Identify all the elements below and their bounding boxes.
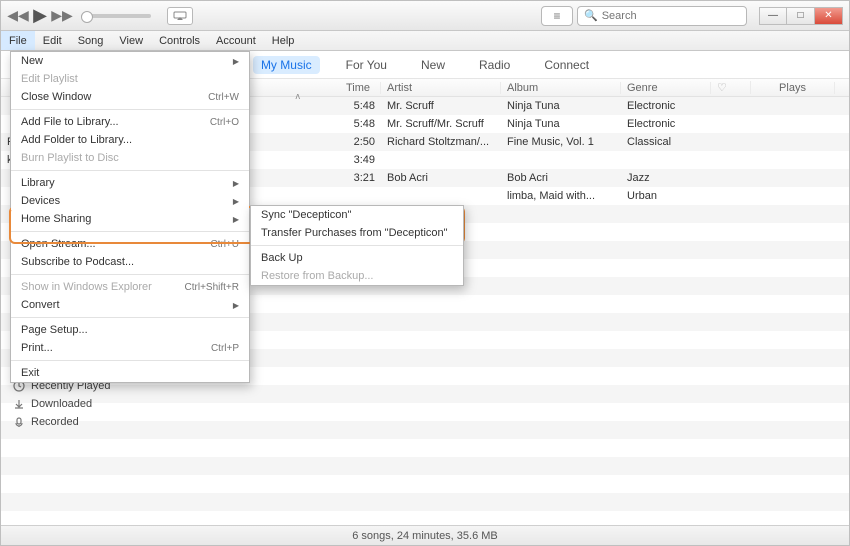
cell-genre: Urban xyxy=(621,190,711,202)
sort-caret-icon: ᴧ xyxy=(296,91,301,101)
cell-album: Ninja Tuna xyxy=(501,118,621,130)
download-icon xyxy=(13,398,25,410)
devices-backup[interactable]: Back Up xyxy=(251,249,463,267)
window-maximize-button[interactable]: □ xyxy=(787,7,815,25)
cell-album: Fine Music, Vol. 1 xyxy=(501,136,621,148)
col-plays[interactable]: Plays xyxy=(751,82,835,94)
volume-slider[interactable] xyxy=(81,14,151,18)
search-field[interactable]: 🔍 xyxy=(577,6,747,26)
next-track-button[interactable]: ▶▶ xyxy=(51,5,73,27)
file-convert[interactable]: Convert xyxy=(11,296,249,314)
airplay-icon xyxy=(173,11,187,21)
tab-radio[interactable]: Radio xyxy=(471,56,518,74)
devices-submenu: Sync "Decepticon" Transfer Purchases fro… xyxy=(250,205,464,286)
search-input[interactable] xyxy=(602,10,740,22)
cell-time: 3:49 xyxy=(321,154,381,166)
cell-album: Bob Acri xyxy=(501,172,621,184)
search-icon: 🔍 xyxy=(584,9,598,22)
col-genre[interactable]: Genre xyxy=(621,82,711,94)
cell-genre: Classical xyxy=(621,136,711,148)
file-dropdown-menu: New Edit Playlist Close WindowCtrl+W Add… xyxy=(10,51,250,383)
cell-genre: Electronic xyxy=(621,100,711,112)
file-devices[interactable]: Devices xyxy=(11,192,249,210)
col-album[interactable]: Album xyxy=(501,82,621,94)
cell-time: 5:48 xyxy=(321,100,381,112)
menu-bar: File Edit Song View Controls Account Hel… xyxy=(1,31,849,51)
heart-icon: ♡ xyxy=(717,82,727,94)
file-open-stream[interactable]: Open Stream...Ctrl+U xyxy=(11,235,249,253)
file-new[interactable]: New xyxy=(11,52,249,70)
menu-help[interactable]: Help xyxy=(264,31,303,50)
cell-artist: Mr. Scruff xyxy=(381,100,501,112)
cell-artist: Bob Acri xyxy=(381,172,501,184)
sidebar-item-recorded[interactable]: Recorded xyxy=(13,413,111,431)
window-close-button[interactable]: ✕ xyxy=(815,7,843,25)
cell-time: 3:21 xyxy=(321,172,381,184)
file-home-sharing[interactable]: Home Sharing xyxy=(11,210,249,228)
cell-artist: Mr. Scruff/Mr. Scruff xyxy=(381,118,501,130)
tab-connect[interactable]: Connect xyxy=(536,56,597,74)
status-text: 6 songs, 24 minutes, 35.6 MB xyxy=(352,530,498,542)
menu-edit[interactable]: Edit xyxy=(35,31,70,50)
sidebar-partial: Recently Played Downloaded Recorded xyxy=(13,377,111,431)
file-subscribe-podcast[interactable]: Subscribe to Podcast... xyxy=(11,253,249,271)
file-burn-playlist: Burn Playlist to Disc xyxy=(11,149,249,167)
tab-new[interactable]: New xyxy=(413,56,453,74)
menu-file[interactable]: File xyxy=(1,31,35,50)
col-artist[interactable]: Artist xyxy=(381,82,501,94)
col-love[interactable]: ♡ xyxy=(711,81,751,94)
devices-restore-backup: Restore from Backup... xyxy=(251,267,463,285)
sidebar-item-downloaded[interactable]: Downloaded xyxy=(13,395,111,413)
file-exit[interactable]: Exit xyxy=(11,364,249,382)
col-time[interactable]: Time xyxy=(321,82,381,94)
cell-genre: Electronic xyxy=(621,118,711,130)
airplay-button[interactable] xyxy=(167,7,193,25)
file-close-window[interactable]: Close WindowCtrl+W xyxy=(11,88,249,106)
status-bar: 6 songs, 24 minutes, 35.6 MB xyxy=(1,525,849,545)
devices-transfer-purchases[interactable]: Transfer Purchases from "Decepticon" xyxy=(251,224,463,242)
menu-controls[interactable]: Controls xyxy=(151,31,208,50)
devices-sync[interactable]: Sync "Decepticon" xyxy=(251,206,463,224)
cell-album: limba, Maid with... xyxy=(501,190,621,202)
file-page-setup[interactable]: Page Setup... xyxy=(11,321,249,339)
playback-bar: ◀◀ ▶ ▶▶ ≡ 🔍 — □ ✕ xyxy=(1,1,849,31)
tab-for-you[interactable]: For You xyxy=(338,56,395,74)
menu-song[interactable]: Song xyxy=(70,31,112,50)
menu-view[interactable]: View xyxy=(111,31,151,50)
itunes-window: ◀◀ ▶ ▶▶ ≡ 🔍 — □ ✕ File Edit Song View Co… xyxy=(0,0,850,546)
menu-account[interactable]: Account xyxy=(208,31,264,50)
window-minimize-button[interactable]: — xyxy=(759,7,787,25)
cell-artist: Richard Stoltzman/... xyxy=(381,136,501,148)
file-edit-playlist: Edit Playlist xyxy=(11,70,249,88)
file-print[interactable]: Print...Ctrl+P xyxy=(11,339,249,357)
cell-time: 5:48 xyxy=(321,118,381,130)
file-show-explorer: Show in Windows ExplorerCtrl+Shift+R xyxy=(11,278,249,296)
cell-album: Ninja Tuna xyxy=(501,100,621,112)
list-view-button[interactable]: ≡ xyxy=(541,6,573,26)
tab-my-music[interactable]: My Music xyxy=(253,56,320,74)
file-add-file[interactable]: Add File to Library...Ctrl+O xyxy=(11,113,249,131)
file-add-folder[interactable]: Add Folder to Library... xyxy=(11,131,249,149)
cell-genre: Jazz xyxy=(621,172,711,184)
previous-track-button[interactable]: ◀◀ xyxy=(7,5,29,27)
cell-time: 2:50 xyxy=(321,136,381,148)
mic-icon xyxy=(13,416,25,428)
file-library[interactable]: Library xyxy=(11,174,249,192)
play-button[interactable]: ▶ xyxy=(29,5,51,27)
